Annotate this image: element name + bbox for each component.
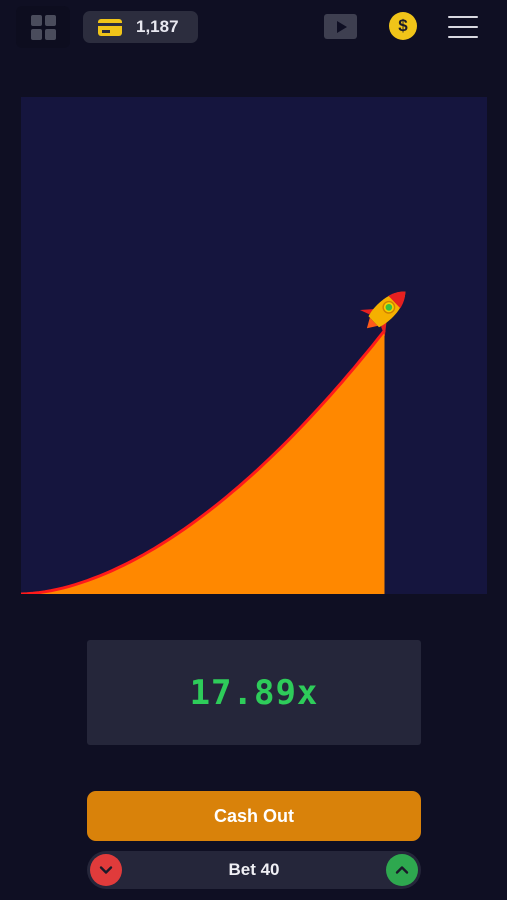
bet-control: Bet 40 <box>87 851 421 889</box>
multiplier-display: 17.89x <box>87 640 421 745</box>
hamburger-menu-button[interactable] <box>448 16 478 38</box>
cash-out-button[interactable]: Cash Out <box>87 791 421 841</box>
bet-amount-label: Bet 40 <box>228 860 280 879</box>
menu-line <box>448 26 478 28</box>
play-button[interactable] <box>324 14 357 39</box>
grid-menu-button[interactable] <box>16 6 70 48</box>
dollar-coin-icon: $ <box>398 16 408 35</box>
flight-fill-area <box>21 330 385 594</box>
menu-line <box>448 16 478 18</box>
menu-line <box>448 36 478 38</box>
balance-display: 1,187 <box>83 11 198 43</box>
game-area <box>21 97 487 594</box>
game-screen: 1,187 $ 17.89x Cash Out Bet 40 <box>0 0 507 900</box>
increase-bet-button[interactable] <box>386 854 418 886</box>
credit-card-icon <box>98 18 122 36</box>
multiplier-value: 17.89x <box>189 672 319 713</box>
balance-amount: 1,187 <box>136 17 179 36</box>
play-icon <box>337 20 347 33</box>
rocket-icon <box>359 291 406 337</box>
chevron-up-icon <box>395 866 409 874</box>
flight-chart <box>21 291 406 594</box>
grid-icon <box>30 14 56 40</box>
dollar-coin-button[interactable]: $ <box>389 12 417 40</box>
